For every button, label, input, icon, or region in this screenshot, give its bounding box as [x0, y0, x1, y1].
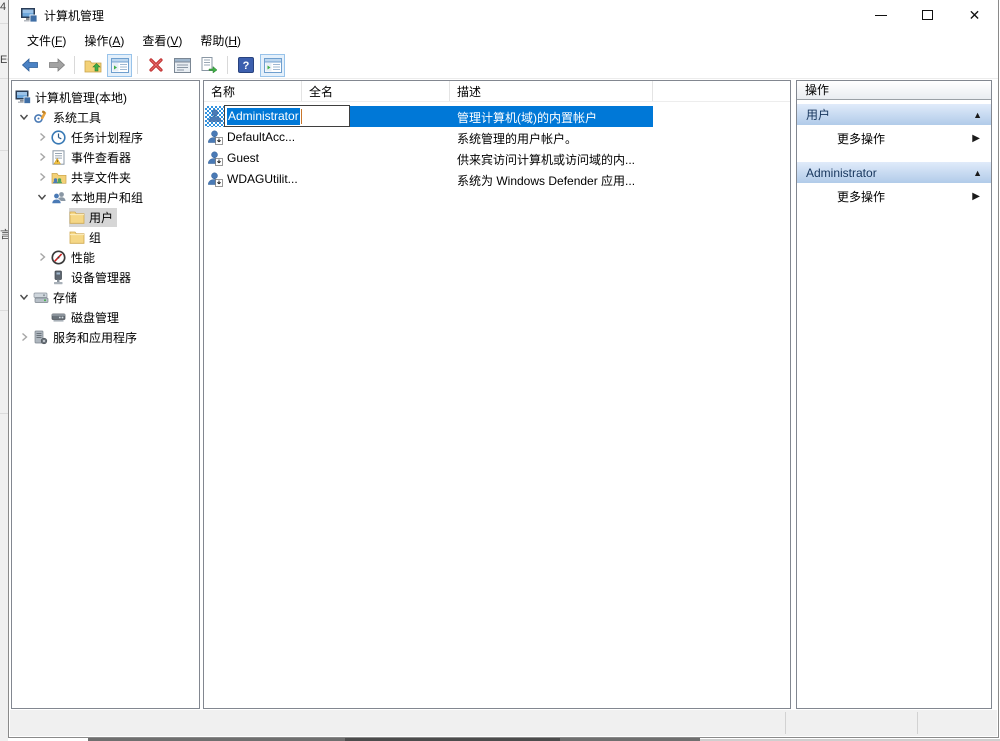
list-row-wdagutility[interactable]: WDAGUtilit... 系统为 Windows Defender 应用... [204, 169, 790, 190]
window-title: 计算机管理 [44, 7, 104, 24]
more-actions-users[interactable]: 更多操作 ▶ [797, 125, 991, 152]
show-hide-console-tree-icon[interactable] [107, 54, 132, 77]
status-separator [785, 712, 786, 734]
tree-item-task-scheduler[interactable]: 任务计划程序 [12, 127, 199, 147]
chevron-right-icon[interactable] [33, 172, 51, 182]
tree-item-event-viewer[interactable]: 事件查看器 [12, 147, 199, 167]
performance-icon [51, 250, 69, 265]
tree-selected-highlight[interactable]: 用户 [69, 208, 117, 227]
actions-pane: 操作 用户 ▲ 更多操作 ▶ Administrator ▲ 更多操作 ▶ [796, 80, 992, 709]
collapse-section-icon[interactable]: ▲ [973, 110, 982, 120]
folder-icon [69, 210, 87, 224]
folder-icon [69, 230, 87, 244]
chevron-right-icon[interactable] [33, 132, 51, 142]
tree-item-local-users-and-groups[interactable]: 本地用户和组 [12, 187, 199, 207]
row-selection-highlight: 管理计算机(域)的内置帐户 [344, 106, 653, 127]
column-header-description[interactable]: 描述 [450, 81, 653, 101]
close-button[interactable]: ✕ [951, 0, 998, 30]
computer-management-app-icon [20, 7, 38, 23]
computer-icon [15, 90, 33, 105]
collapse-section-icon[interactable]: ▲ [973, 168, 982, 178]
chevron-right-icon[interactable] [15, 332, 33, 342]
minimize-button[interactable] [857, 0, 904, 30]
list-column-headers: 名称 全名 描述 [204, 81, 790, 102]
column-header-fullname[interactable]: 全名 [302, 81, 450, 101]
tree-item-device-manager[interactable]: 设备管理器 [12, 267, 199, 287]
export-list-icon[interactable] [197, 54, 222, 77]
content-area: 计算机管理(本地) 系统工具 任务计划程序 [9, 80, 998, 710]
list-row-guest[interactable]: Guest 供来宾访问计算机或访问域的内... [204, 148, 790, 169]
tree-item-performance[interactable]: 性能 [12, 247, 199, 267]
chevron-right-icon[interactable] [33, 152, 51, 162]
toolbar-separator [137, 56, 138, 74]
back-icon[interactable] [17, 54, 42, 77]
title-bar[interactable]: 计算机管理 ✕ [9, 0, 998, 30]
task-scheduler-icon [51, 130, 69, 145]
tree-item-shared-folders[interactable]: 共享文件夹 [12, 167, 199, 187]
tree-item-system-tools[interactable]: 系统工具 [12, 107, 199, 127]
text-caret [301, 109, 302, 124]
tree-item-disk-management[interactable]: 磁盘管理 [12, 307, 199, 327]
user-account-disabled-icon [207, 171, 223, 190]
rename-edit-box[interactable]: Administrator [224, 105, 350, 127]
chevron-down-icon[interactable] [15, 112, 33, 122]
actions-section-administrator[interactable]: Administrator ▲ [797, 162, 991, 183]
show-hide-action-pane-icon[interactable] [260, 54, 285, 77]
tree-item-storage[interactable]: 存储 [12, 287, 199, 307]
column-header-name[interactable]: 名称 [204, 81, 302, 101]
up-one-level-icon[interactable] [80, 54, 105, 77]
status-separator [917, 712, 918, 734]
event-viewer-icon [51, 150, 69, 165]
local-users-groups-icon [51, 190, 69, 205]
submenu-arrow-icon: ▶ [972, 133, 980, 144]
tree-item-services-and-applications[interactable]: 服务和应用程序 [12, 327, 199, 347]
computer-management-window: 计算机管理 ✕ 文件(F) 操作(A) 查看(V) 帮助(H) [8, 0, 999, 738]
services-applications-icon [33, 330, 51, 345]
actions-pane-title: 操作 [797, 81, 991, 100]
menu-file[interactable]: 文件(F) [18, 30, 75, 52]
help-icon[interactable]: ? [233, 54, 258, 77]
actions-section-users[interactable]: 用户 ▲ [797, 104, 991, 125]
list-row-administrator[interactable]: 管理计算机(域)的内置帐户 Administrator [204, 106, 790, 127]
user-list-pane: 名称 全名 描述 管理计算机(域)的内置帐户 Administrator [203, 80, 791, 709]
toolbar: ? [9, 52, 998, 79]
svg-text:?: ? [242, 60, 249, 72]
disk-management-icon [51, 310, 69, 324]
tree-item-computer-management-local[interactable]: 计算机管理(本地) [12, 87, 199, 107]
chevron-down-icon[interactable] [15, 292, 33, 302]
tree-item-groups[interactable]: 组 [12, 227, 199, 247]
edit-selected-text: Administrator [227, 108, 300, 125]
chevron-right-icon[interactable] [33, 252, 51, 262]
user-account-disabled-icon [207, 129, 223, 148]
user-account-disabled-icon [207, 150, 223, 169]
background-window-sliver: 4 E0 言 [0, 0, 8, 741]
status-bar [10, 710, 997, 736]
tree-item-users[interactable]: 用户 [12, 207, 199, 227]
device-manager-icon [51, 270, 69, 285]
shared-folders-icon [51, 170, 69, 185]
menu-action[interactable]: 操作(A) [75, 30, 133, 52]
list-row-defaultaccount[interactable]: DefaultAcc... 系统管理的用户帐户。 [204, 127, 790, 148]
console-tree-pane: 计算机管理(本地) 系统工具 任务计划程序 [11, 80, 200, 709]
submenu-arrow-icon: ▶ [972, 191, 980, 202]
forward-icon[interactable] [44, 54, 69, 77]
delete-icon[interactable] [143, 54, 168, 77]
menu-bar: 文件(F) 操作(A) 查看(V) 帮助(H) [9, 30, 998, 52]
system-tools-icon [33, 110, 51, 125]
menu-view[interactable]: 查看(V) [133, 30, 191, 52]
user-account-icon [207, 108, 223, 127]
toolbar-separator [227, 56, 228, 74]
storage-icon [33, 290, 51, 305]
more-actions-administrator[interactable]: 更多操作 ▶ [797, 183, 991, 210]
menu-help[interactable]: 帮助(H) [191, 30, 250, 52]
maximize-button[interactable] [904, 0, 951, 30]
toolbar-separator [74, 56, 75, 74]
properties-icon[interactable] [170, 54, 195, 77]
chevron-down-icon[interactable] [33, 192, 51, 202]
